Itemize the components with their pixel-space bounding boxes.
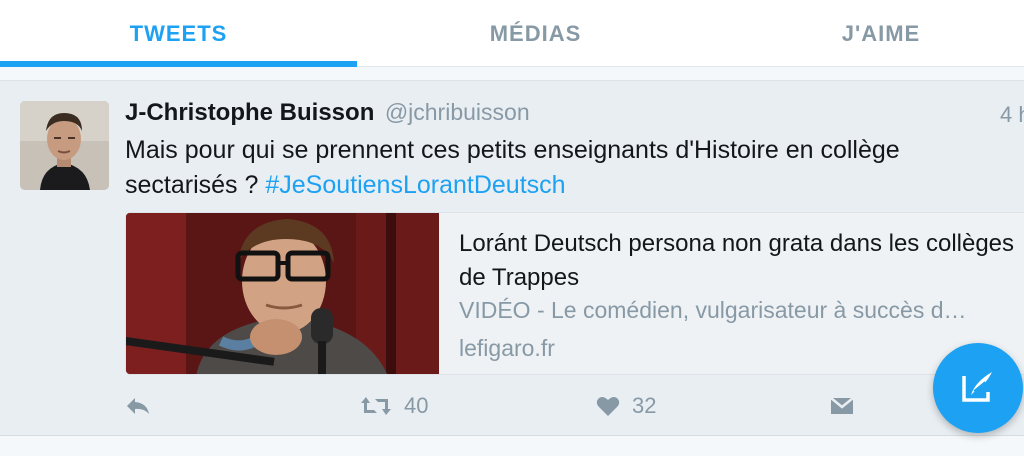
tab-tweets[interactable]: TWEETS xyxy=(0,0,357,67)
link-card[interactable]: Loránt Deutsch persona non grata dans le… xyxy=(125,212,1024,375)
author-handle[interactable]: @jchribuisson xyxy=(385,99,530,125)
retweet-count: 40 xyxy=(404,393,429,418)
card-image xyxy=(126,213,439,374)
heart-icon xyxy=(596,395,620,417)
tweet-header: J-Christophe Buisson @jchribuisson xyxy=(125,99,530,127)
reply-icon xyxy=(125,395,151,417)
avatar[interactable] xyxy=(20,101,109,190)
like-count: 32 xyxy=(632,393,657,418)
retweet-icon xyxy=(360,395,392,417)
profile-tabs: TWEETS MÉDIAS J'AIME xyxy=(0,0,1024,67)
reply-button[interactable] xyxy=(125,386,151,426)
hashtag-link[interactable]: #JeSoutiensLorantDeutsch xyxy=(265,171,565,199)
card-title: Loránt Deutsch persona non grata dans le… xyxy=(459,230,1015,291)
direct-message-button[interactable] xyxy=(830,386,854,426)
retweet-button[interactable]: 40 xyxy=(360,386,428,426)
card-description: VIDÉO - Le comédien, vulgarisateur à suc… xyxy=(459,297,967,323)
envelope-icon xyxy=(830,396,854,416)
tweet-actions: 40 32 xyxy=(0,386,1024,426)
compose-tweet-icon xyxy=(958,366,998,411)
tweet[interactable]: J-Christophe Buisson @jchribuisson 4 h M… xyxy=(0,80,1024,436)
compose-tweet-button[interactable] xyxy=(933,343,1023,433)
like-button[interactable]: 32 xyxy=(596,386,656,426)
tweet-timestamp: 4 h xyxy=(1000,102,1024,127)
tab-medias[interactable]: MÉDIAS xyxy=(357,0,714,67)
author-name[interactable]: J-Christophe Buisson xyxy=(125,99,374,126)
active-tab-indicator xyxy=(0,61,357,67)
card-domain: lefigaro.fr xyxy=(459,335,555,361)
tweet-text: Mais pour qui se prennent ces petits ens… xyxy=(125,133,985,203)
tab-likes[interactable]: J'AIME xyxy=(714,0,1024,67)
